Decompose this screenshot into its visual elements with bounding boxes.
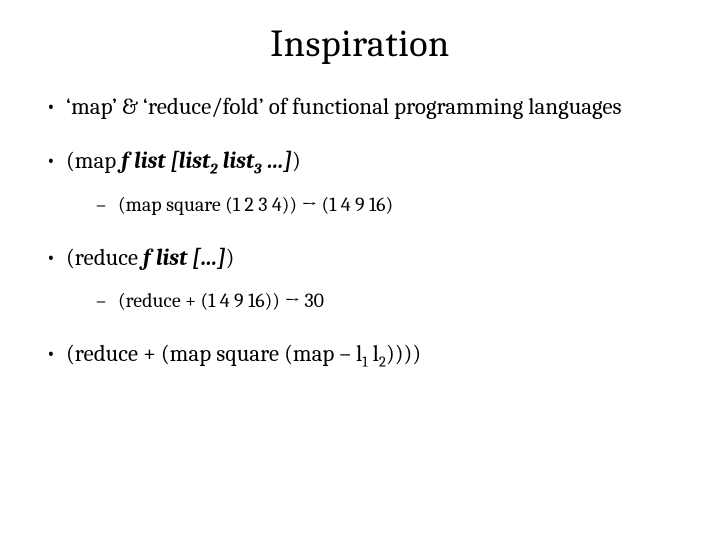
bullet-map-signature: (map f list [list2 list3 …]) (map square… — [40, 148, 680, 216]
text-mid: list — [218, 147, 254, 174]
text-paren: ) — [292, 147, 301, 174]
text-arg: f list […] — [143, 244, 226, 271]
bullet-map-example: (map square (1 2 3 4)) → (1 4 9 16) — [66, 193, 680, 217]
text-close: …] — [262, 147, 292, 174]
bullet-composed-example: (reduce + (map square (map – l1 l2)))) — [40, 341, 680, 367]
text-sub2: 2 — [379, 354, 386, 371]
text-sub3: 3 — [254, 161, 262, 178]
text-open: (map — [66, 147, 121, 174]
text-c: )))) — [386, 340, 421, 367]
slide-title: Inspiration — [40, 22, 680, 66]
text-arg: f list [list — [121, 147, 210, 174]
bullet-map-reduce-origin: ‘map’ & ‘reduce/fold’ of functional prog… — [40, 94, 680, 120]
text-a: (reduce + (map square (map – l — [66, 340, 362, 367]
bullet-reduce-example: (reduce + (1 4 9 16)) → 30 — [66, 289, 680, 313]
bullet-reduce-signature: (reduce f list […]) (reduce + (1 4 9 16)… — [40, 245, 680, 313]
text-paren: ) — [226, 244, 235, 271]
text-b: l — [368, 340, 379, 367]
slide: Inspiration ‘map’ & ‘reduce/fold’ of fun… — [0, 0, 720, 540]
sub-list: (reduce + (1 4 9 16)) → 30 — [66, 289, 680, 313]
text-sub2: 2 — [210, 161, 218, 178]
sub-list: (map square (1 2 3 4)) → (1 4 9 16) — [66, 193, 680, 217]
bullet-list: ‘map’ & ‘reduce/fold’ of functional prog… — [40, 94, 680, 368]
bullet-text: ‘map’ & ‘reduce/fold’ of functional prog… — [66, 93, 622, 120]
sub-text: (map square (1 2 3 4)) → (1 4 9 16) — [118, 193, 393, 216]
text-open: (reduce — [66, 244, 143, 271]
sub-text: (reduce + (1 4 9 16)) → 30 — [118, 289, 324, 312]
